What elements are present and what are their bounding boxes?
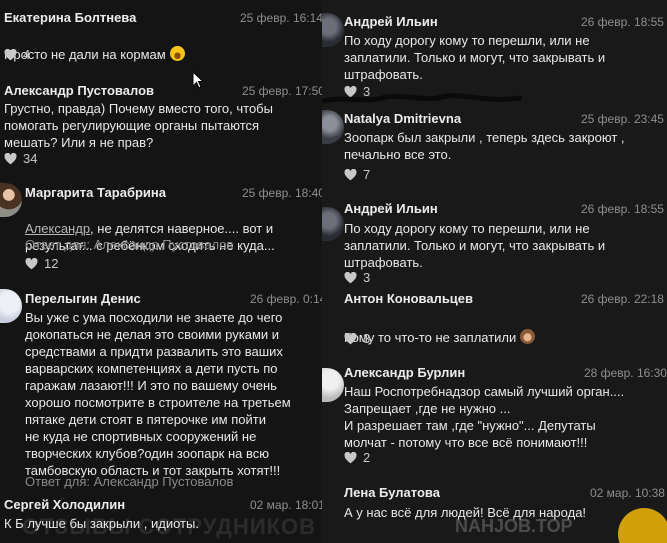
comment-date[interactable]: 26 февр. 18:55 [581,202,664,216]
avatar[interactable] [322,207,344,241]
watermark-site: NAHJOB.TOP [455,516,573,536]
comment-item: Екатерина Болтнева 25 февр. 16:14 Просто… [0,0,322,65]
reply-to-label[interactable]: Ответ для: Александр Пустовалов [25,474,233,489]
comment-item: Александр Бурлин 28 февр. 16:30 Наш Росп… [322,356,667,471]
heart-icon [344,271,357,283]
reply-to-label[interactable]: Ответ для: Александр Пустовалов [25,237,233,252]
heart-icon [344,451,357,463]
like-button[interactable]: 12 [25,256,58,271]
like-count: 3 [363,331,371,346]
like-count: 2 [363,450,371,465]
comment-text: Зоопарк был закрыли , теперь здесь закро… [344,130,625,162]
comment-date[interactable]: 26 февр. 22:18 [581,292,664,306]
heart-icon [344,168,357,180]
comment-item: Андрей Ильин 26 февр. 18:55 По ходу доро… [322,0,667,100]
right-comments-column: Андрей Ильин 26 февр. 18:55 По ходу доро… [322,0,667,543]
angry-face-icon [618,508,667,543]
comment-author[interactable]: Андрей Ильин [344,201,438,216]
like-count: 12 [44,256,59,271]
redaction-scribble [322,93,522,104]
comment-item: Антон Коновальцев 26 февр. 22:18 Кому то… [322,284,667,354]
like-button[interactable]: 34 [4,151,37,166]
comment-date[interactable]: 02 мар. 10:38 [590,486,665,500]
left-comments-column: Екатерина Болтнева 25 февр. 16:14 Просто… [0,0,322,543]
heart-icon [25,257,38,269]
like-count: 7 [363,167,371,182]
like-count: 3 [363,270,371,285]
avatar[interactable] [322,110,344,144]
comment-author[interactable]: Александр Бурлин [344,365,465,380]
like-button[interactable]: 3 [344,270,370,285]
comment-text: По ходу дорогу кому то перешли, или не з… [344,33,606,82]
grinning-face-icon [169,46,185,61]
comment-author[interactable]: Екатерина Болтнева [4,10,136,25]
comment-item: Александр Пустовалов 25 февр. 17:50 Грус… [0,75,322,170]
comment-author[interactable]: Маргарита Тарабрина [25,185,166,200]
comment-text: Наш Роспотребнадзор самый лучший орган..… [344,384,625,450]
comment-text: По ходу дорогу кому то перешли, или не з… [344,221,606,270]
comment-date[interactable]: 26 февр. 18:55 [581,15,664,29]
like-button[interactable]: 7 [344,167,370,182]
like-button[interactable]: 2 [344,450,370,465]
heart-icon [344,332,357,344]
comment-date[interactable]: 25 февр. 17:50 [242,84,322,98]
like-count: 4 [23,47,31,62]
comment-author[interactable]: Антон Коновальцев [344,291,473,306]
avatar[interactable] [322,13,344,47]
comment-author[interactable]: Лена Булатова [344,485,440,500]
comment-author[interactable]: Александр Пустовалов [4,83,154,98]
comment-item: Маргарита Тарабрина 25 февр. 18:40 Алекс… [0,178,322,278]
heart-icon [4,48,17,60]
see-no-evil-monkey-icon [520,329,536,344]
watermark: ОТЗЫВЫ СОТРУДНИКОВ NAHJOB.TOP [0,508,667,543]
comment-text: Кому то что-то не заплатили [344,312,536,346]
comment-item: Андрей Ильин 26 февр. 18:55 По ходу доро… [322,193,667,288]
mention-link[interactable]: Александр [25,221,90,236]
comment-author[interactable]: Natalya Dmitrievna [344,111,461,126]
watermark-text: ОТЗЫВЫ СОТРУДНИКОВ [22,514,317,539]
comment-item: Перелыгин Денис 26 февр. 0:14 Вы уже с у… [0,284,322,494]
comment-author[interactable]: Андрей Ильин [344,14,438,29]
comment-text: Просто не дали на кормам [4,29,185,63]
comment-date[interactable]: 25 февр. 18:40 [242,186,322,200]
like-button[interactable]: 3 [344,331,370,346]
like-count: 34 [23,151,38,166]
comment-date[interactable]: 28 февр. 16:30 [584,366,667,380]
comment-item: Natalya Dmitrievna 25 февр. 23:45 Зоопар… [322,104,667,188]
comment-date[interactable]: 26 февр. 0:14 [250,292,322,306]
avatar[interactable] [0,289,22,323]
comment-date[interactable]: 25 февр. 16:14 [240,11,322,25]
comment-date[interactable]: 25 февр. 23:45 [581,112,664,126]
heart-icon [4,152,17,164]
comment-text: Грустно, правда) Почему вместо того, что… [4,101,273,150]
avatar[interactable] [322,368,344,402]
avatar[interactable] [0,183,22,217]
like-button[interactable]: 4 [4,47,30,62]
comment-text: Вы уже с ума посходили не знаете до чего… [25,310,291,478]
mouse-cursor-icon [192,71,204,89]
comment-author[interactable]: Перелыгин Денис [25,291,141,306]
